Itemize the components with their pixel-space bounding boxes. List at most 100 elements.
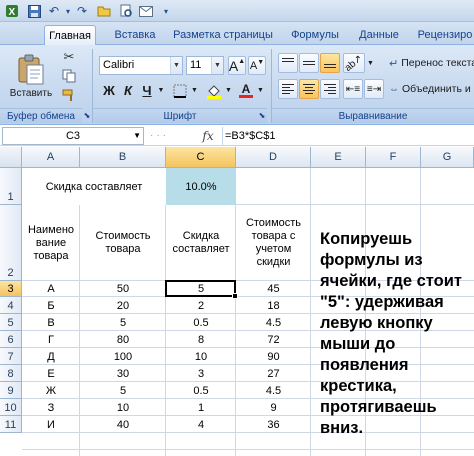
open-icon[interactable]: [96, 3, 112, 19]
cell-d2-header-discounted-price[interactable]: Стоимость товара с учетом скидки: [236, 205, 311, 281]
font-name-combo[interactable]: Calibri ▼: [99, 56, 183, 75]
insert-function-button[interactable]: fx: [196, 127, 220, 145]
redo-icon[interactable]: ↷: [74, 3, 90, 19]
cell-d7[interactable]: 90: [236, 348, 311, 365]
cell-b7[interactable]: 100: [80, 348, 166, 365]
row-header-6[interactable]: 6: [0, 331, 22, 348]
font-color-button[interactable]: A: [236, 81, 256, 100]
column-header-f[interactable]: F: [366, 147, 421, 168]
fill-color-button[interactable]: [204, 81, 224, 100]
cell-a4[interactable]: Б: [22, 297, 80, 314]
column-header-b[interactable]: B: [80, 147, 166, 168]
row-header-9[interactable]: 9: [0, 382, 22, 399]
cell-d11[interactable]: 36: [236, 416, 311, 433]
row-header-5[interactable]: 5: [0, 314, 22, 331]
cell-d5[interactable]: 4.5: [236, 314, 311, 331]
underline-dropdown-icon[interactable]: ▼: [156, 81, 166, 100]
align-top-button[interactable]: [278, 53, 298, 73]
cell-c5[interactable]: 0.5: [166, 314, 236, 331]
increase-indent-button[interactable]: ≡⇥: [364, 79, 384, 99]
cell-b2-header-price[interactable]: Стоимость товара: [80, 205, 166, 281]
align-middle-button[interactable]: [299, 53, 319, 73]
align-center-button[interactable]: [299, 79, 319, 99]
cell-d9[interactable]: 4.5: [236, 382, 311, 399]
wrap-text-button[interactable]: ↵ Перенос текста: [388, 53, 474, 73]
cell-d3[interactable]: 45: [236, 281, 311, 297]
format-painter-button[interactable]: [60, 86, 78, 103]
orientation-button[interactable]: ab↗: [343, 53, 365, 74]
cell-a9[interactable]: Ж: [22, 382, 80, 399]
cell-c7[interactable]: 10: [166, 348, 236, 365]
row-header-4[interactable]: 4: [0, 297, 22, 314]
decrease-indent-button[interactable]: ⇤≡: [343, 79, 363, 99]
fill-dropdown-icon[interactable]: ▼: [224, 81, 233, 100]
row-header-3[interactable]: 3: [0, 281, 22, 297]
cell-a7[interactable]: Д: [22, 348, 80, 365]
row-header-8[interactable]: 8: [0, 365, 22, 382]
cell-a2-header-name[interactable]: Наимено вание товара: [22, 205, 80, 281]
borders-dropdown-icon[interactable]: ▼: [190, 81, 199, 100]
font-launcher-icon[interactable]: ⬊: [257, 109, 267, 121]
clipboard-launcher-icon[interactable]: ⬊: [82, 109, 92, 121]
tab-data[interactable]: Данные: [354, 25, 404, 45]
save-icon[interactable]: [26, 3, 42, 19]
align-bottom-button[interactable]: [320, 53, 340, 73]
cell-d4[interactable]: 18: [236, 297, 311, 314]
mail-icon[interactable]: [138, 3, 154, 19]
cell-a11[interactable]: И: [22, 416, 80, 433]
cell-a3[interactable]: А: [22, 281, 80, 297]
borders-button[interactable]: [170, 81, 190, 100]
cell-c10[interactable]: 1: [166, 399, 236, 416]
tab-home[interactable]: Главная: [44, 25, 96, 45]
select-all-corner[interactable]: [0, 147, 22, 168]
cell-c11[interactable]: 4: [166, 416, 236, 433]
underline-button[interactable]: Ч: [138, 81, 156, 100]
cell-b6[interactable]: 80: [80, 331, 166, 348]
orientation-dropdown-icon[interactable]: ▼: [366, 53, 375, 73]
cell-a8[interactable]: Е: [22, 365, 80, 382]
row-header-7[interactable]: 7: [0, 348, 22, 365]
shrink-font-button[interactable]: A ▼: [248, 56, 266, 75]
align-left-button[interactable]: [278, 79, 298, 99]
cell-d8[interactable]: 27: [236, 365, 311, 382]
cell-d6[interactable]: 72: [236, 331, 311, 348]
italic-button[interactable]: К: [119, 81, 137, 100]
cell-b3[interactable]: 50: [80, 281, 166, 297]
column-header-e[interactable]: E: [311, 147, 366, 168]
print-preview-icon[interactable]: [118, 3, 134, 19]
row-header-11[interactable]: 11: [0, 416, 22, 433]
cell-c2-header-discount[interactable]: Скидка составляет: [166, 205, 236, 281]
cell-b8[interactable]: 30: [80, 365, 166, 382]
font-size-combo[interactable]: 11 ▼: [186, 56, 224, 75]
column-header-c[interactable]: C: [166, 147, 236, 168]
cell-a6[interactable]: Г: [22, 331, 80, 348]
align-right-button[interactable]: [320, 79, 340, 99]
cell-b4[interactable]: 20: [80, 297, 166, 314]
cell-b10[interactable]: 10: [80, 399, 166, 416]
font-color-dropdown-icon[interactable]: ▼: [256, 81, 265, 100]
cell-c8[interactable]: 3: [166, 365, 236, 382]
column-header-g[interactable]: G: [421, 147, 474, 168]
row-header-10[interactable]: 10: [0, 399, 22, 416]
grow-font-button[interactable]: A ▲: [228, 56, 246, 75]
cell-c1-discount-value[interactable]: 10.0%: [166, 168, 236, 205]
fill-handle[interactable]: [232, 293, 238, 299]
cell-c9[interactable]: 0.5: [166, 382, 236, 399]
merge-center-button[interactable]: ⇔ Объединить и: [388, 79, 474, 99]
paste-button[interactable]: Вставить: [6, 49, 56, 103]
cut-button[interactable]: ✂: [60, 48, 78, 65]
copy-button[interactable]: [60, 67, 78, 84]
row-header-1[interactable]: 1: [0, 168, 22, 205]
cell-c4[interactable]: 2: [166, 297, 236, 314]
cell-b5[interactable]: 5: [80, 314, 166, 331]
tab-formulas[interactable]: Формулы: [284, 25, 346, 45]
office-button-icon[interactable]: X: [4, 3, 20, 19]
cell-a1-discount-label[interactable]: Скидка составляет: [22, 168, 166, 205]
tab-insert[interactable]: Вставка: [106, 25, 164, 45]
column-header-a[interactable]: A: [22, 147, 80, 168]
name-box[interactable]: C3 ▼: [2, 127, 144, 145]
column-header-d[interactable]: D: [236, 147, 311, 168]
tab-page-layout[interactable]: Разметка страницы: [172, 25, 274, 45]
cell-c6[interactable]: 8: [166, 331, 236, 348]
cell-b11[interactable]: 40: [80, 416, 166, 433]
